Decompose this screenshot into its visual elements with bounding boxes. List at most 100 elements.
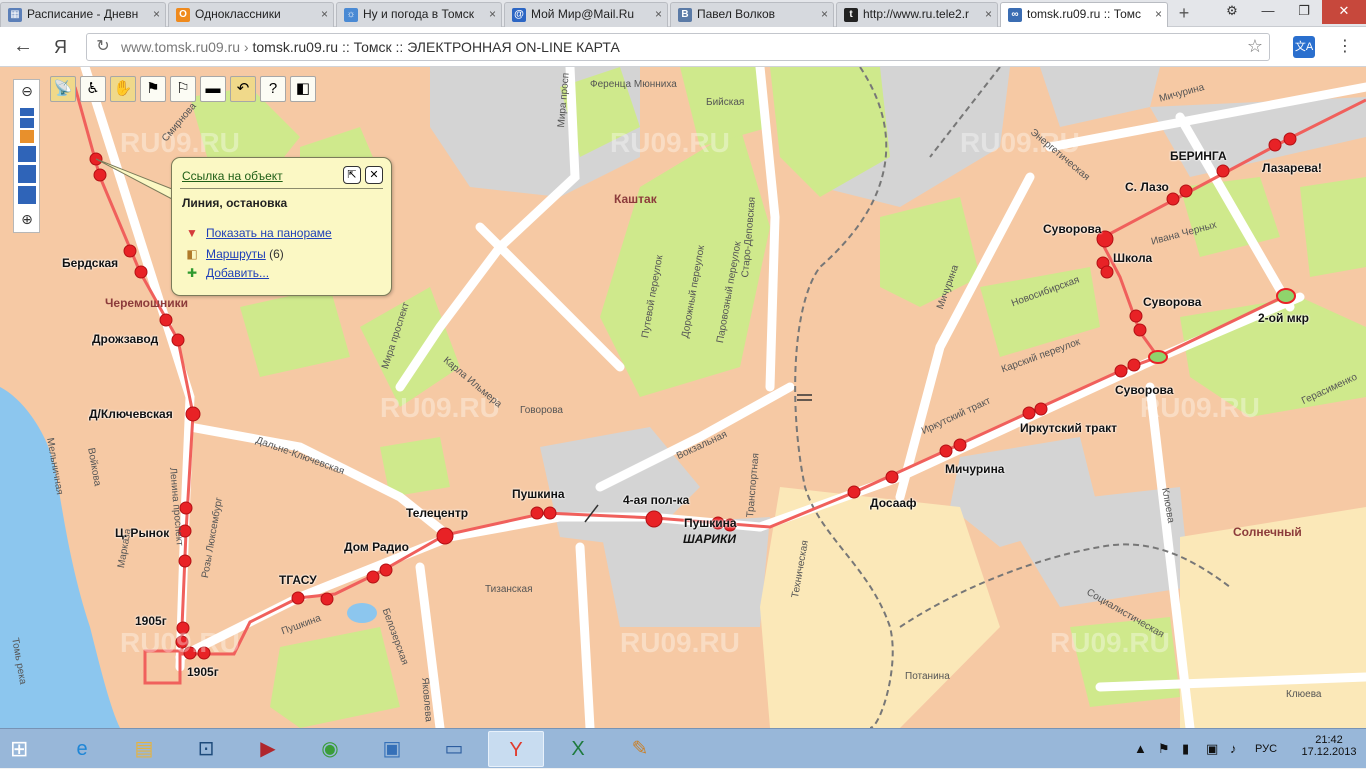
network-icon[interactable]: ▣ <box>1206 741 1218 757</box>
battery-icon[interactable]: ▮ <box>1182 741 1189 757</box>
zoom-level-1[interactable] <box>20 108 34 116</box>
browser-tab[interactable]: @ Мой Мир@Mail.Ru × <box>504 2 668 27</box>
tram-stop-label[interactable]: 1905г <box>187 665 219 679</box>
settings-gear-icon[interactable]: ⚙ <box>1214 0 1250 24</box>
zoom-level-4[interactable] <box>18 146 36 162</box>
clock[interactable]: 21:42 17.12.2013 <box>1294 734 1364 758</box>
minimize-button[interactable]: — <box>1250 0 1286 24</box>
flag-tool-button[interactable]: ⚑ <box>140 76 166 102</box>
help-tool-button[interactable]: ? <box>260 76 286 102</box>
tram-stop-label[interactable]: Суворова <box>1143 295 1201 309</box>
hand-tool-button[interactable]: ✋ <box>110 76 136 102</box>
ruler-tool-button[interactable]: ▬ <box>200 76 226 102</box>
excel-taskbar-icon[interactable]: X <box>550 731 606 767</box>
tab-close-icon[interactable]: × <box>1155 3 1162 26</box>
ie-taskbar-icon[interactable]: e <box>54 731 110 767</box>
tram-stop-label[interactable]: Д/Ключевская <box>89 407 173 421</box>
remote-taskbar-icon[interactable]: ⊡ <box>178 731 234 767</box>
new-tab-button[interactable]: + <box>1172 3 1196 25</box>
remove-flag-tool-button[interactable]: ⚐ <box>170 76 196 102</box>
popup-panorama-row[interactable]: ▼ Показать на панораме <box>184 226 332 240</box>
popup-routes-row[interactable]: ◧ Маршруты (6) <box>184 247 283 261</box>
tram-stop-label[interactable]: Дом Радио <box>344 540 409 554</box>
popup-object-link[interactable]: Ссылка на объект <box>182 169 283 183</box>
yandex-browser-taskbar-icon[interactable]: Y <box>488 731 544 767</box>
zoom-level-6[interactable] <box>18 186 36 204</box>
paint-taskbar-icon[interactable]: ✎ <box>612 731 668 767</box>
tram-stop-label[interactable]: Бердская <box>62 256 118 270</box>
tram-stop-label[interactable]: С. Лазо <box>1125 180 1169 194</box>
popup-link-button[interactable]: ⇱ <box>343 166 361 184</box>
volume-icon[interactable]: ♪ <box>1230 741 1237 756</box>
tram-stop-label[interactable]: Лазарева! <box>1262 161 1322 175</box>
calendar-icon: ▦ <box>8 8 22 22</box>
add-link[interactable]: Добавить... <box>206 266 269 280</box>
back-button[interactable]: ← <box>10 35 36 59</box>
panorama-tool-button[interactable]: 📡 <box>50 76 76 102</box>
address-text[interactable]: www.tomsk.ru09.ru › tomsk.ru09.ru :: Том… <box>121 39 620 55</box>
reload-icon[interactable]: ↻ <box>93 37 113 57</box>
start-button[interactable]: ⊞ <box>10 737 38 761</box>
tram-stop-label[interactable]: Ц. Рынок <box>115 526 169 540</box>
restore-button[interactable]: ❐ <box>1286 0 1322 24</box>
popup-close-button[interactable]: ✕ <box>365 166 383 184</box>
tab-close-icon[interactable]: × <box>153 3 160 26</box>
tram-stop-dot <box>530 506 544 520</box>
chat-taskbar-icon[interactable]: ▭ <box>426 731 482 767</box>
browser-menu-icon[interactable]: ⋮ <box>1334 35 1356 59</box>
tram-stop-label[interactable]: Мичурина <box>945 462 1004 476</box>
media-taskbar-icon[interactable]: ▶ <box>240 731 296 767</box>
tram-stop-label[interactable]: Пушкина <box>684 516 737 530</box>
tram-stop-label[interactable]: 2-ой мкр <box>1258 311 1309 325</box>
tram-stop-label[interactable]: Пушкина <box>512 487 565 501</box>
tram-stop-label[interactable]: Суворова <box>1115 383 1173 397</box>
undo-tool-button[interactable]: ↶ <box>230 76 256 102</box>
zoom-in-icon[interactable]: ⊕ <box>18 210 36 228</box>
control-panel-taskbar-icon[interactable]: ▣ <box>364 731 420 767</box>
tram-stop-label[interactable]: Суворова <box>1043 222 1101 236</box>
routes-link[interactable]: Маршруты <box>206 247 266 261</box>
show-hidden-icons-icon[interactable]: ▲ <box>1134 741 1147 756</box>
zoom-level-2[interactable] <box>20 118 34 128</box>
bookmark-star-icon[interactable]: ☆ <box>1247 36 1263 57</box>
tram-stop-label[interactable]: Школа <box>1113 251 1152 265</box>
language-indicator[interactable]: РУС <box>1255 743 1277 755</box>
explorer-taskbar-icon[interactable]: ▤ <box>116 731 172 767</box>
tram-stop-label[interactable]: Дрожзавод <box>92 332 158 346</box>
street-label: Потанина <box>905 671 950 682</box>
tram-stop-label[interactable]: 1905г <box>135 614 167 628</box>
zoom-level-5[interactable] <box>18 165 36 183</box>
tram-stop-label[interactable]: Телецентр <box>406 506 468 520</box>
close-window-button[interactable]: ✕ <box>1322 0 1366 24</box>
tram-stop-label[interactable]: Иркутский тракт <box>1020 421 1117 435</box>
chrome-taskbar-icon[interactable]: ◉ <box>302 731 358 767</box>
browser-tab[interactable]: ☼ Ну и погода в Томск × <box>336 2 502 27</box>
zoom-out-icon[interactable]: ⊖ <box>18 82 36 100</box>
browser-tab[interactable]: ▦ Расписание - Дневн × <box>0 2 166 27</box>
yandex-logo-icon[interactable]: Я <box>54 35 74 59</box>
popup-add-row[interactable]: ✚ Добавить... <box>184 266 269 280</box>
browser-tab[interactable]: t http://www.ru.tele2.r × <box>836 2 998 27</box>
tab-close-icon[interactable]: × <box>985 3 992 26</box>
plus-icon: ✚ <box>186 266 198 280</box>
tab-close-icon[interactable]: × <box>321 3 328 26</box>
action-center-flag-icon[interactable]: ⚑ <box>1158 741 1170 757</box>
zoom-level-current[interactable] <box>20 130 34 143</box>
browser-tab[interactable]: В Павел Волков × <box>670 2 834 27</box>
translate-icon[interactable]: 文A <box>1293 36 1315 58</box>
browser-tab-strip: ▦ Расписание - Дневн × О Одноклассники × ☼ Ну и… <box>0 0 1366 28</box>
tram-stop-label[interactable]: 4-ая пол-ка <box>623 493 689 507</box>
browser-tab[interactable]: О Одноклассники × <box>168 2 334 27</box>
tram-stop-label[interactable]: Досааф <box>870 496 917 510</box>
tab-close-icon[interactable]: × <box>489 3 496 26</box>
address-bar[interactable]: ↻ www.tomsk.ru09.ru › tomsk.ru09.ru :: Т… <box>86 33 1270 61</box>
tram-stop-label[interactable]: ТГАСУ <box>279 573 317 587</box>
browser-tab[interactable]: ∞ tomsk.ru09.ru :: Томс × <box>1000 2 1168 28</box>
tram-stop-dot <box>1268 138 1282 152</box>
routes-tool-button[interactable]: ◧ <box>290 76 316 102</box>
accessibility-tool-button[interactable]: ♿ <box>80 76 106 102</box>
panorama-link[interactable]: Показать на панораме <box>206 226 332 240</box>
tab-close-icon[interactable]: × <box>655 3 662 26</box>
tab-close-icon[interactable]: × <box>821 3 828 26</box>
tram-stop-label[interactable]: БЕРИНГА <box>1170 149 1227 163</box>
